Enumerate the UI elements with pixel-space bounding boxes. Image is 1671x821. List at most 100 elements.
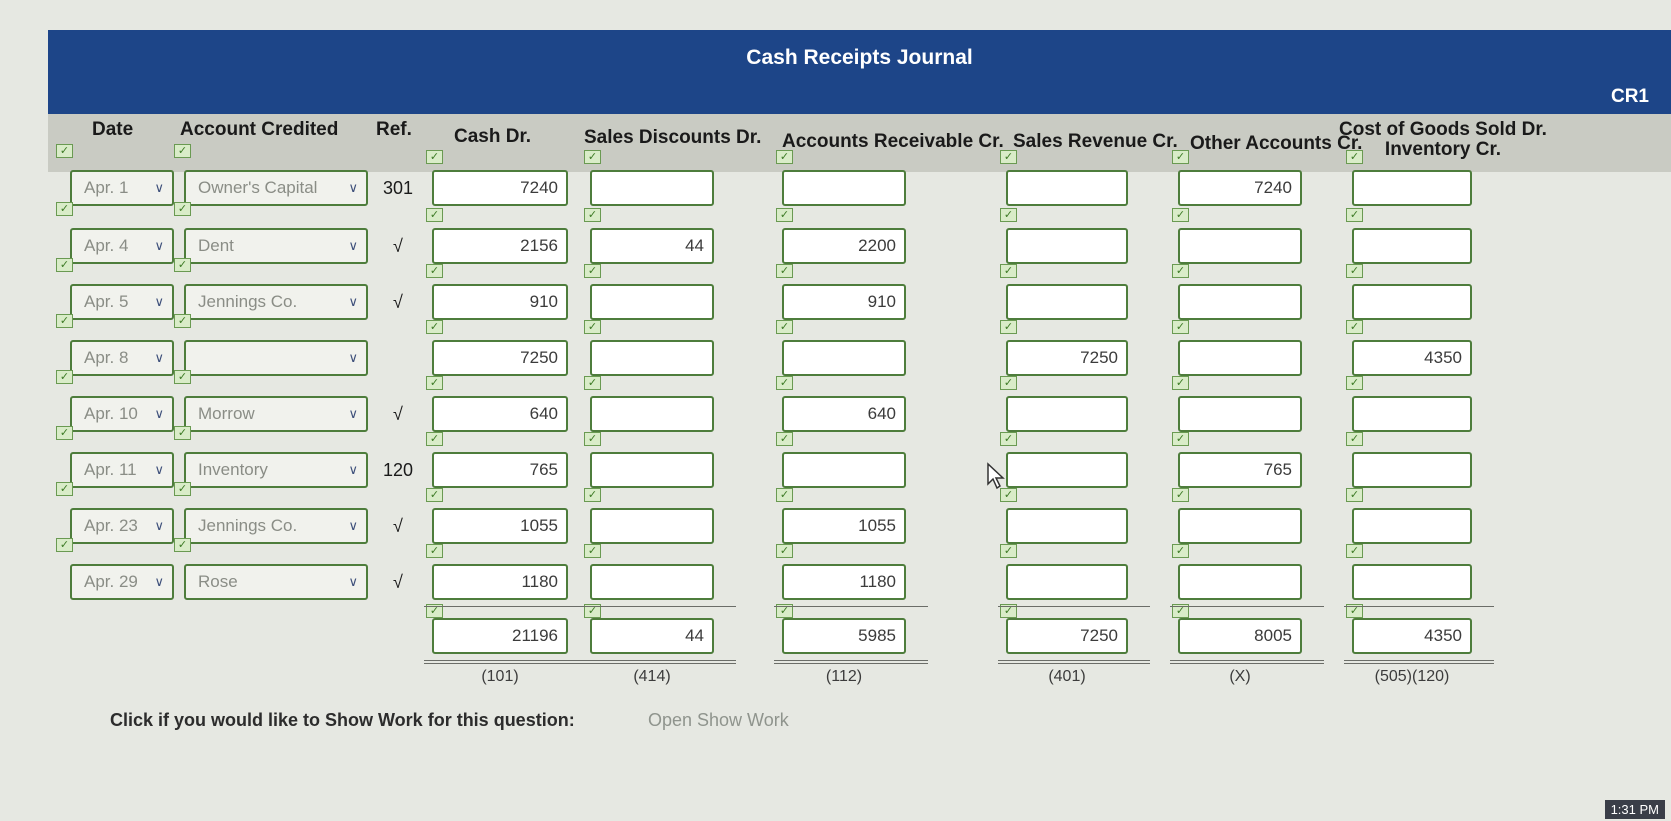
account-credited-select[interactable]: Inventory ∨ [184,452,368,488]
date-select-value: Apr. 11 [84,460,137,479]
date-select[interactable]: Apr. 29 ∨ [70,564,174,600]
account-credited-select-value: Inventory [198,460,268,479]
account-credited-select[interactable]: Jennings Co. ∨ [184,508,368,544]
date-select[interactable]: Apr. 5 ∨ [70,284,174,320]
ar-input[interactable] [782,170,906,206]
account-credited-select[interactable]: Morrow ∨ [184,396,368,432]
check-mark-icon: ✓ [426,264,443,278]
taskbar-clock: 1:31 PM [1604,800,1665,819]
date-select[interactable]: Apr. 23 ∨ [70,508,174,544]
journal-title-bar: Cash Receipts Journal CR1 [48,30,1671,114]
rev-input[interactable] [1006,452,1128,488]
rev-input[interactable] [1006,396,1128,432]
cogs-input[interactable] [1352,284,1472,320]
ar-input[interactable]: 2200 [782,228,906,264]
cogs-input[interactable]: 4350 [1352,340,1472,376]
ar-input[interactable]: 640 [782,396,906,432]
cogs-total-input[interactable]: 4350 [1352,618,1472,654]
cash-input[interactable]: 640 [432,396,568,432]
date-select[interactable]: Apr. 1 ∨ [70,170,174,206]
total-rule [998,606,1150,607]
cogs-input[interactable] [1352,564,1472,600]
chevron-down-icon: ∨ [154,406,164,421]
other-input[interactable] [1178,340,1302,376]
check-mark-icon: ✓ [1000,432,1017,446]
date-select-value: Apr. 23 [84,516,138,535]
other-input[interactable] [1178,564,1302,600]
account-credited-select[interactable]: Rose ∨ [184,564,368,600]
header-cogs-line1: Cost of Goods Sold Dr. [1339,119,1547,140]
disc-input[interactable] [590,564,714,600]
disc-input[interactable] [590,340,714,376]
cash-input[interactable]: 7240 [432,170,568,206]
disc-input[interactable] [590,452,714,488]
check-mark-icon: ✓ [56,538,73,552]
rev-input[interactable]: 7250 [1006,340,1128,376]
rev-input[interactable] [1006,170,1128,206]
date-select[interactable]: Apr. 10 ∨ [70,396,174,432]
rev-total-input[interactable]: 7250 [1006,618,1128,654]
date-select[interactable]: Apr. 4 ∨ [70,228,174,264]
check-mark-icon: ✓ [174,258,191,272]
double-rule [1170,660,1324,664]
rev-input[interactable] [1006,228,1128,264]
cogs-input[interactable] [1352,452,1472,488]
ar-total-input[interactable]: 5985 [782,618,906,654]
posting-reference: (X) [1229,668,1251,685]
check-mark-icon: ✓ [1000,264,1017,278]
other-input[interactable]: 765 [1178,452,1302,488]
cash-input-value: 910 [529,292,558,311]
disc-input[interactable] [590,508,714,544]
other-input[interactable] [1178,228,1302,264]
account-credited-select[interactable]: Jennings Co. ∨ [184,284,368,320]
check-mark-icon: ✓ [426,376,443,390]
cash-input[interactable]: 7250 [432,340,568,376]
check-mark-icon: ✓ [56,202,73,216]
disc-input[interactable] [590,284,714,320]
disc-total-input[interactable]: 44 [590,618,714,654]
cash-input[interactable]: 1180 [432,564,568,600]
disc-input[interactable] [590,170,714,206]
check-mark-icon: ✓ [426,488,443,502]
other-total-input[interactable]: 8005 [1178,618,1302,654]
account-credited-select[interactable]: ∨ [184,340,368,376]
date-select[interactable]: Apr. 11 ∨ [70,452,174,488]
ar-input[interactable]: 910 [782,284,906,320]
cash-total-input[interactable]: 21196 [432,618,568,654]
other-input[interactable] [1178,284,1302,320]
check-mark-icon: ✓ [426,432,443,446]
chevron-down-icon: ∨ [154,518,164,533]
cash-input[interactable]: 910 [432,284,568,320]
cogs-input[interactable] [1352,396,1472,432]
account-credited-select[interactable]: Dent ∨ [184,228,368,264]
cash-input[interactable]: 1055 [432,508,568,544]
cogs-input[interactable] [1352,170,1472,206]
ar-input[interactable]: 1180 [782,564,906,600]
rev-input[interactable] [1006,508,1128,544]
chevron-down-icon: ∨ [154,180,164,195]
ar-input[interactable]: 1055 [782,508,906,544]
ar-input[interactable] [782,452,906,488]
other-input[interactable] [1178,508,1302,544]
cash-input[interactable]: 765 [432,452,568,488]
other-input[interactable] [1178,396,1302,432]
ref-cell: 120 [382,460,414,480]
disc-input[interactable] [590,396,714,432]
disc-input-value: 44 [685,236,704,255]
cash-input[interactable]: 2156 [432,228,568,264]
other-input[interactable]: 7240 [1178,170,1302,206]
account-credited-select[interactable]: Owner's Capital ∨ [184,170,368,206]
chevron-down-icon: ∨ [154,294,164,309]
ar-input[interactable] [782,340,906,376]
rev-input[interactable] [1006,564,1128,600]
cash-input-value: 7240 [520,178,558,197]
cogs-input[interactable] [1352,508,1472,544]
check-mark-icon: ✓ [584,150,601,164]
date-select[interactable]: Apr. 8 ∨ [70,340,174,376]
cogs-input[interactable] [1352,228,1472,264]
chevron-down-icon: ∨ [348,406,358,421]
disc-input[interactable]: 44 [590,228,714,264]
check-mark-icon: ✓ [174,482,191,496]
rev-input[interactable] [1006,284,1128,320]
open-show-work-link[interactable]: Open Show Work [648,710,789,731]
